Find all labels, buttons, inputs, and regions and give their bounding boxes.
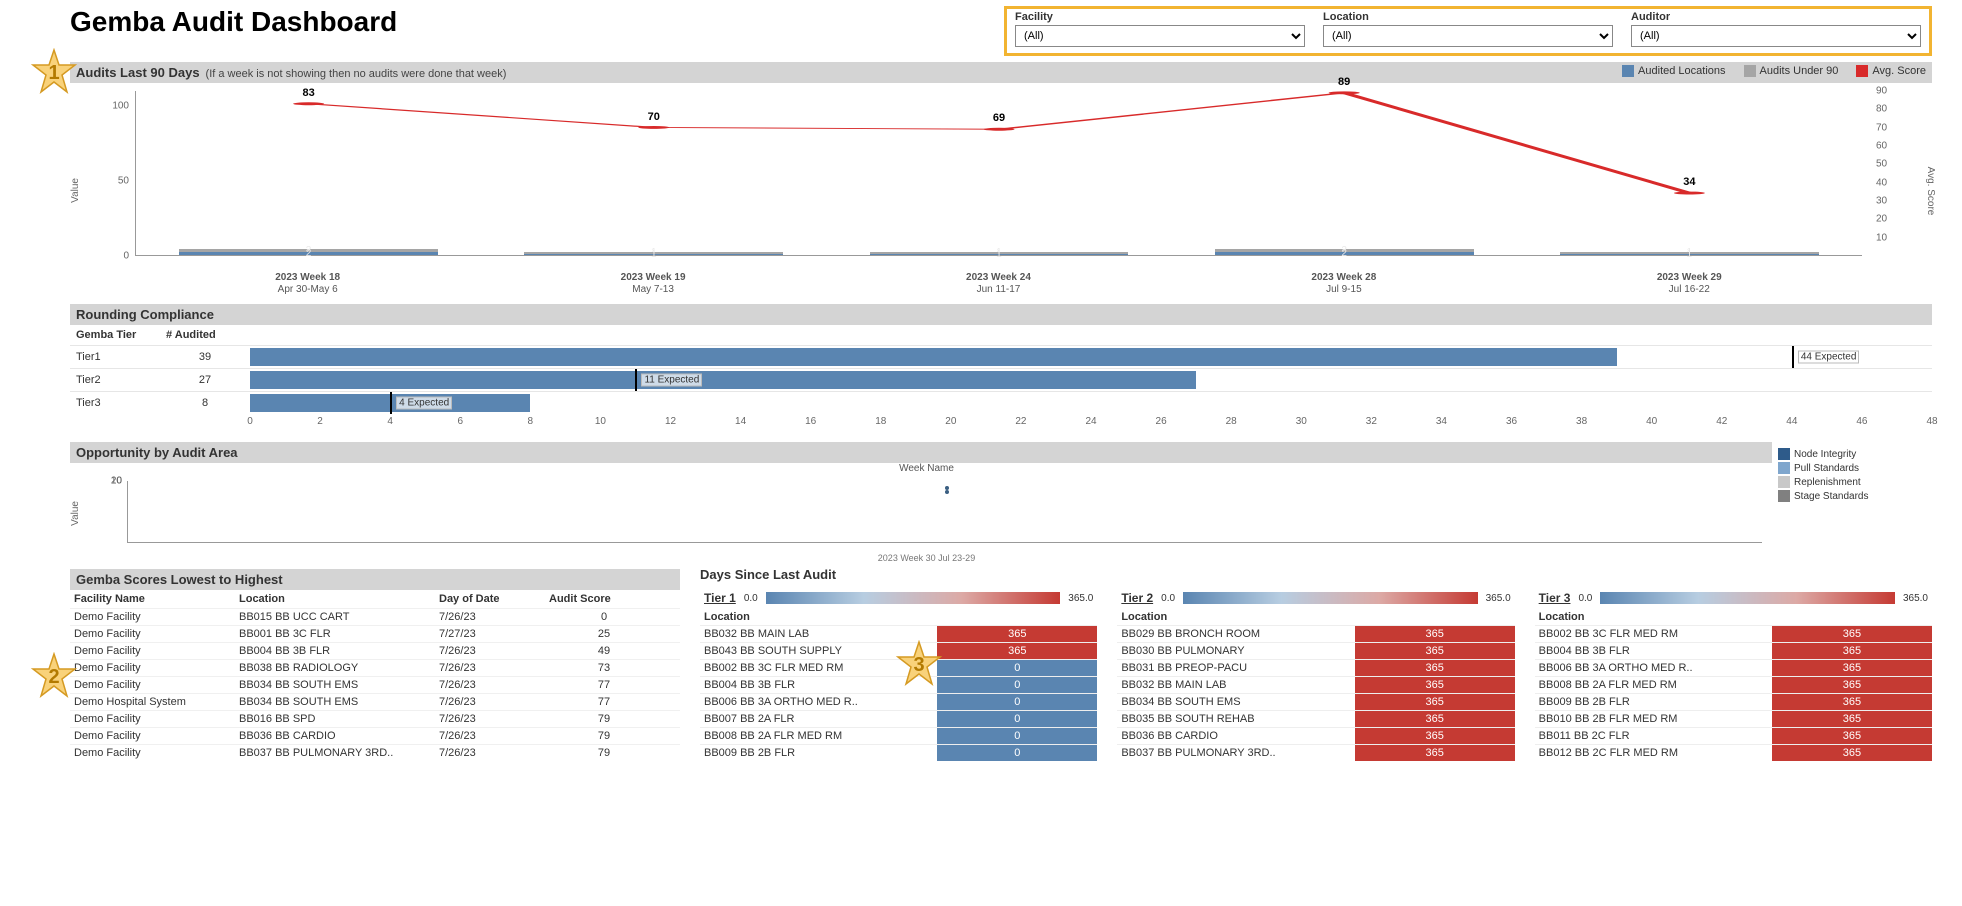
rc-col-audited: # Audited — [160, 327, 250, 343]
scores-col-facility: Facility Name — [74, 593, 239, 605]
rounding-compliance: Rounding Compliance Gemba Tier # Audited… — [70, 304, 1932, 432]
scores-col-score: Audit Score — [549, 593, 659, 605]
days-row: BB030 BB PULMONARY365 — [1117, 642, 1514, 659]
days-row: BB009 BB 2B FLR365 — [1535, 693, 1932, 710]
days-row: BB007 BB 2A FLR0 — [700, 710, 1097, 727]
scores-row: Demo FacilityBB001 BB 3C FLR7/27/2325 — [70, 625, 680, 642]
legend-audited: Audited Locations — [1622, 65, 1725, 77]
days-row: BB012 BB 2C FLR MED RM365 — [1535, 744, 1932, 761]
days-since-last-audit: Days Since Last Audit Tier 10.0365.0Loca… — [700, 569, 1932, 761]
filters-bar: Facility (All) Location (All) Auditor (A… — [1004, 6, 1932, 56]
days-row: BB010 BB 2B FLR MED RM365 — [1535, 710, 1932, 727]
annotation-1: 1 — [30, 48, 78, 96]
days-row: BB006 BB 3A ORTHO MED R..365 — [1535, 659, 1932, 676]
days-row: BB006 BB 3A ORTHO MED R..0 — [700, 693, 1097, 710]
rounding-title: Rounding Compliance — [76, 307, 214, 322]
filter-location-label: Location — [1323, 11, 1613, 23]
opp-xlabel: Week Name — [81, 463, 1772, 474]
audits90-y2label: Avg. Score — [1925, 166, 1936, 215]
rc-row: Tier384 Expected — [70, 391, 1932, 414]
filter-facility-select[interactable]: (All) — [1015, 25, 1305, 47]
days-row: BB037 BB PULMONARY 3RD..365 — [1117, 744, 1514, 761]
days-row: BB034 BB SOUTH EMS365 — [1117, 693, 1514, 710]
opp-ylabel: Value — [70, 501, 81, 526]
tier-column: Tier 20.0365.0LocationBB029 BB BRONCH RO… — [1117, 591, 1514, 761]
page-title: Gemba Audit Dashboard — [70, 6, 397, 38]
rc-row: Tier13944 Expected — [70, 345, 1932, 368]
scores-row: Demo FacilityBB034 BB SOUTH EMS7/26/2377 — [70, 676, 680, 693]
rc-row: Tier22711 Expected — [70, 368, 1932, 391]
days-title: Days Since Last Audit — [700, 567, 836, 582]
filter-location-select[interactable]: (All) — [1323, 25, 1613, 47]
scores-row: Demo FacilityBB004 BB 3B FLR7/26/2349 — [70, 642, 680, 659]
days-row: BB035 BB SOUTH REHAB365 — [1117, 710, 1514, 727]
opp-legend: Node Integrity Pull Standards Replenishm… — [1772, 442, 1932, 563]
scores-row: Demo FacilityBB015 BB UCC CART7/26/230 — [70, 608, 680, 625]
gemba-scores-table: Gemba Scores Lowest to Highest Facility … — [70, 569, 680, 761]
days-row: BB011 BB 2C FLR365 — [1535, 727, 1932, 744]
filter-facility-label: Facility — [1015, 11, 1305, 23]
scores-row: Demo FacilityBB037 BB PULMONARY 3RD..7/2… — [70, 744, 680, 761]
filter-auditor-select[interactable]: (All) — [1631, 25, 1921, 47]
opportunity-chart: Opportunity by Audit Area Value Week Nam… — [70, 442, 1932, 563]
tier-column: Tier 30.0365.0LocationBB002 BB 3C FLR ME… — [1535, 591, 1932, 761]
rc-col-tier: Gemba Tier — [70, 327, 160, 343]
filter-auditor-label: Auditor — [1631, 11, 1921, 23]
days-row: BB032 BB MAIN LAB365 — [1117, 676, 1514, 693]
days-row: BB002 BB 3C FLR MED RM365 — [1535, 625, 1932, 642]
audits90-header: Audits Last 90 Days (If a week is not sh… — [70, 62, 1932, 83]
scores-title: Gemba Scores Lowest to Highest — [76, 572, 283, 587]
audits90-title: Audits Last 90 Days — [76, 65, 200, 80]
days-row: BB004 BB 3B FLR365 — [1535, 642, 1932, 659]
annotation-3: 3 — [895, 640, 943, 688]
annotation-2: 2 — [30, 652, 78, 700]
opp-xcat: 2023 Week 30 Jul 23-29 — [81, 553, 1772, 563]
legend-avg: Avg. Score — [1856, 65, 1926, 77]
days-row: BB031 BB PREOP-PACU365 — [1117, 659, 1514, 676]
opportunity-title: Opportunity by Audit Area — [76, 445, 238, 460]
days-row: BB009 BB 2B FLR0 — [700, 744, 1097, 761]
audits90-chart: Value 050100 102030405060708090 Avg. Sco… — [70, 83, 1932, 298]
scores-row: Demo FacilityBB038 BB RADIOLOGY7/26/2373 — [70, 659, 680, 676]
legend-under90: Audits Under 90 — [1744, 65, 1839, 77]
scores-row: Demo FacilityBB036 BB CARDIO7/26/2379 — [70, 727, 680, 744]
scores-col-date: Day of Date — [439, 593, 549, 605]
scores-col-location: Location — [239, 593, 439, 605]
days-row: BB008 BB 2A FLR MED RM365 — [1535, 676, 1932, 693]
days-row: BB008 BB 2A FLR MED RM0 — [700, 727, 1097, 744]
audits90-subtitle: (If a week is not showing then no audits… — [206, 68, 507, 80]
scores-row: Demo FacilityBB016 BB SPD7/26/2379 — [70, 710, 680, 727]
days-row: BB029 BB BRONCH ROOM365 — [1117, 625, 1514, 642]
audits90-ylabel: Value — [70, 178, 81, 203]
scores-row: Demo Hospital SystemBB034 BB SOUTH EMS7/… — [70, 693, 680, 710]
days-row: BB036 BB CARDIO365 — [1117, 727, 1514, 744]
